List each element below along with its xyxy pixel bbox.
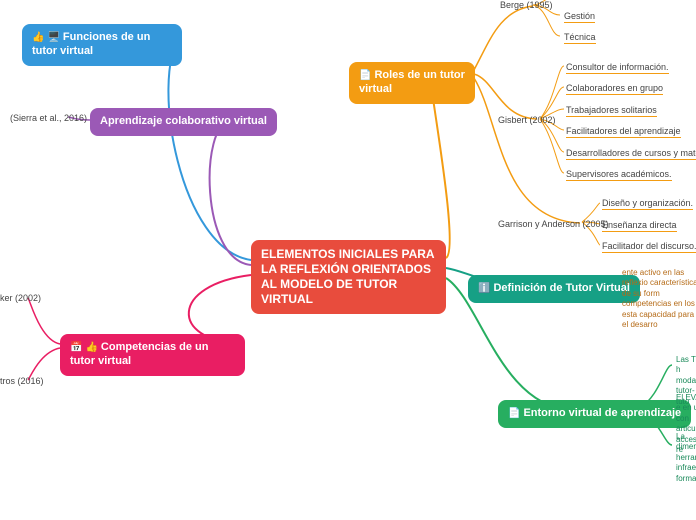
node-definicion[interactable]: ℹ️Definición de Tutor Virtual: [468, 275, 640, 303]
leaf-g5: Desarrolladores de cursos y materiales: [566, 148, 696, 160]
leaf-ga3: Facilitador del discurso.: [602, 241, 696, 253]
leaf-tecnica: Técnica: [564, 32, 596, 44]
node-funciones[interactable]: 👍🖥️Funciones de un tutor virtual: [22, 24, 182, 66]
note-icon: 📄: [359, 70, 371, 83]
leaf-g2: Colaboradores en grupo: [566, 83, 663, 95]
thumbs-up-icon: 👍: [85, 342, 97, 355]
leaf-ev3: La dimen herramie infraestru formativa: [676, 432, 696, 484]
leaf-becker: ker (2002): [0, 293, 41, 303]
leaf-gestion: Gestión: [564, 11, 595, 23]
info-icon: ℹ️: [478, 283, 490, 296]
thumbs-up-icon: 👍: [32, 32, 44, 45]
leaf-ga1: Diseño y organización.: [602, 198, 693, 210]
node-roles[interactable]: 📄Roles de un tutor virtual: [349, 62, 475, 104]
leaf-zabalza: tros (2016): [0, 376, 44, 386]
leaf-berge: Berge (1995): [500, 0, 553, 10]
node-label: Definición de Tutor Virtual: [493, 282, 630, 294]
note-icon: 📄: [508, 408, 520, 421]
leaf-ga2: Enseñanza directa: [602, 220, 677, 232]
node-label: Roles de un tutor virtual: [359, 69, 465, 95]
leaf-g3: Trabajadores solitarios: [566, 105, 657, 117]
node-entorno[interactable]: 📄Entorno virtual de aprendizaje: [498, 400, 691, 428]
leaf-sierra: (Sierra et al., 2016): [10, 113, 87, 123]
leaf-def-text: ente activo en las reflexio característi…: [622, 268, 696, 330]
leaf-gisbert: Gisbert (2002): [498, 115, 556, 125]
node-label: Aprendizaje colaborativo virtual: [100, 115, 267, 127]
leaf-g4: Facilitadores del aprendizaje: [566, 126, 681, 138]
monitor-icon: 🖥️: [47, 32, 59, 45]
calendar-icon: 📅: [70, 342, 82, 355]
node-aprendizaje[interactable]: Aprendizaje colaborativo virtual: [90, 108, 277, 136]
central-topic[interactable]: ELEMENTOS INICIALES PARA LA REFLEXIÓN OR…: [251, 240, 446, 314]
node-label: Entorno virtual de aprendizaje: [523, 407, 681, 419]
leaf-garrison: Garrison y Anderson (2005): [498, 219, 609, 229]
node-competencias[interactable]: 📅👍Competencias de un tutor virtual: [60, 334, 245, 376]
leaf-g1: Consultor de información.: [566, 62, 669, 74]
leaf-g6: Supervisores académicos.: [566, 169, 672, 181]
